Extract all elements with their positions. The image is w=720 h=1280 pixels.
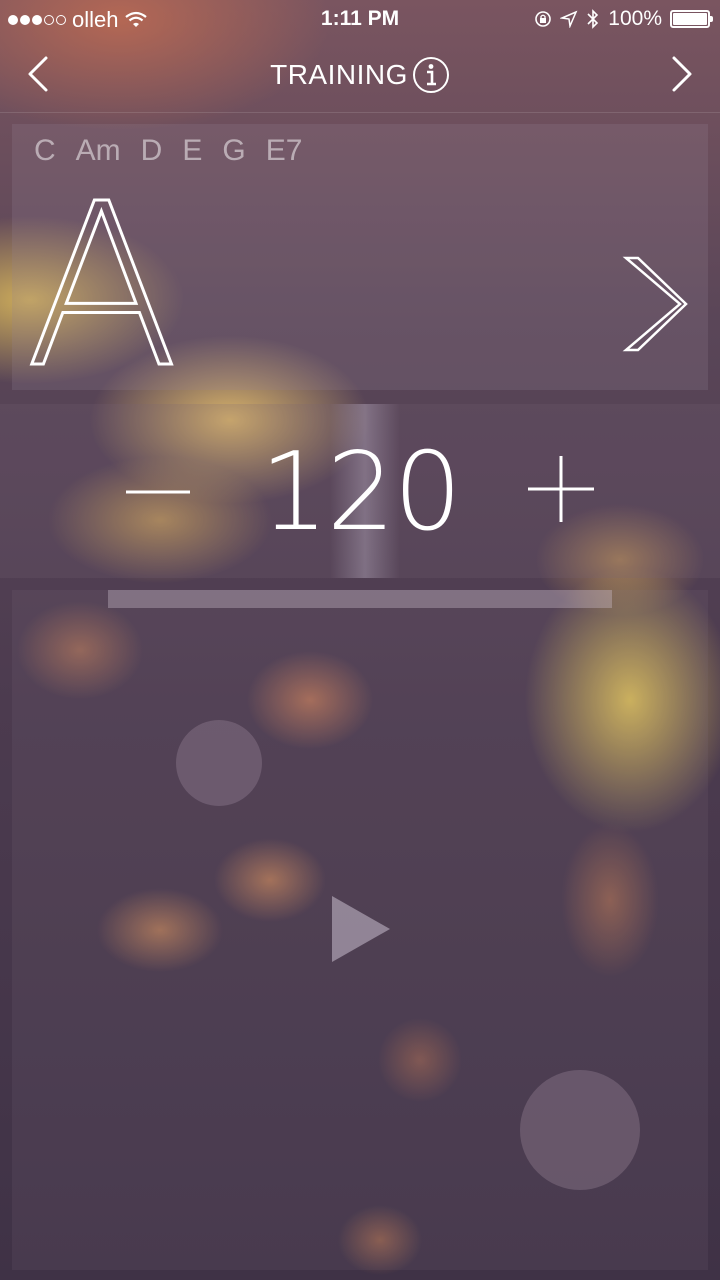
status-bar: olleh 1:11 PM 100% [0, 0, 720, 36]
battery-percent: 100% [608, 7, 662, 30]
chord-item[interactable]: D [141, 134, 163, 168]
chord-item[interactable]: Am [76, 134, 121, 168]
info-icon[interactable] [412, 56, 450, 94]
current-chord-label: A [27, 194, 177, 374]
chord-item[interactable]: E7 [266, 134, 303, 168]
location-icon [560, 10, 578, 28]
chord-item[interactable]: C [34, 134, 56, 168]
tempo-increase-button[interactable] [528, 456, 594, 522]
forward-button[interactable] [660, 54, 700, 94]
chord-item[interactable]: E [182, 134, 202, 168]
play-button[interactable] [332, 896, 390, 962]
page-title: TRAINING [270, 59, 408, 90]
tempo-decrease-button[interactable] [126, 484, 190, 500]
current-chord: A [27, 194, 177, 374]
bluetooth-icon [587, 9, 599, 29]
chord-list: C Am D E G E7 [34, 134, 302, 168]
nav-bar: TRAINING [0, 36, 720, 113]
chord-item[interactable]: G [222, 134, 245, 168]
chord-panel: C Am D E G E7 A [12, 124, 708, 390]
status-right: 100% [534, 7, 713, 31]
battery-icon [670, 10, 713, 28]
nav-title-group: TRAINING [0, 56, 720, 94]
rotation-lock-icon [535, 11, 552, 27]
progress-bar[interactable] [108, 590, 612, 608]
tempo-value: 120 [259, 430, 462, 555]
next-chord-button[interactable] [622, 252, 688, 356]
battery-level [673, 13, 707, 25]
